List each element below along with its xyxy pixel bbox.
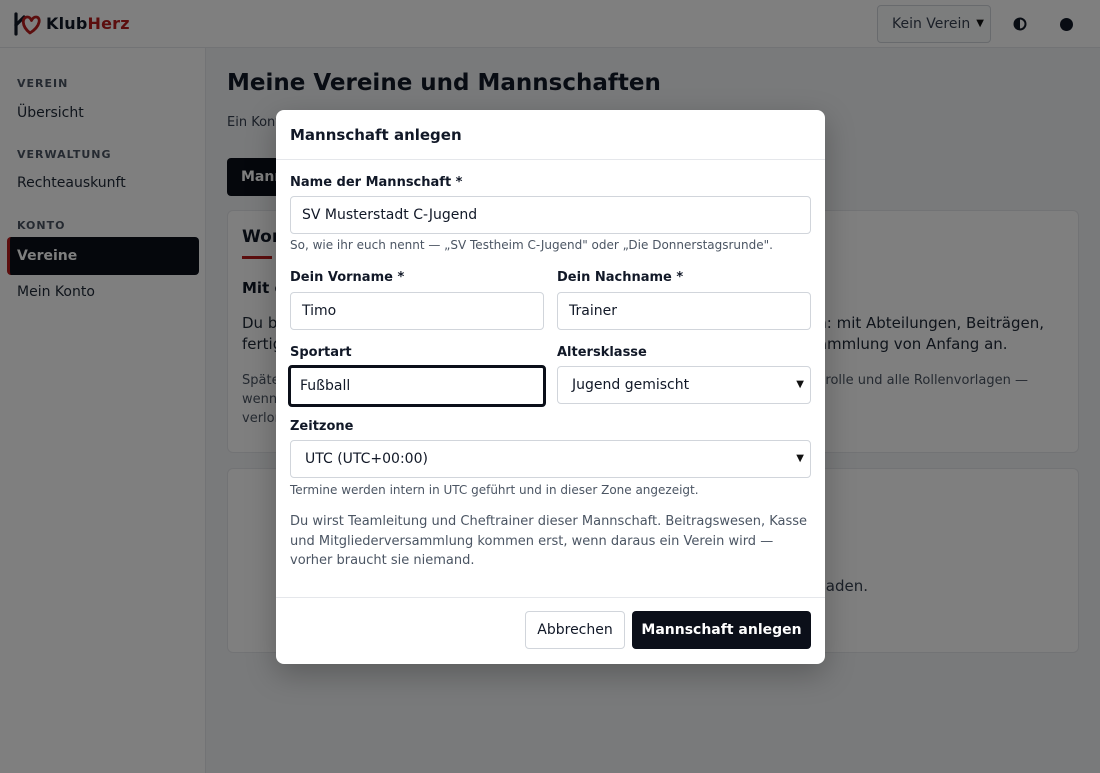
dialog-footer-divider — [276, 597, 825, 598]
chevron-down-icon: ▼ — [796, 379, 804, 390]
role-info-text: Du wirst Teamleitung und Cheftrainer die… — [290, 514, 808, 568]
timezone-label: Zeitzone — [290, 419, 354, 434]
last-name-input[interactable]: Trainer — [557, 292, 811, 330]
first-name-label: Dein Vorname * — [290, 270, 405, 285]
last-name-label: Dein Nachname * — [557, 270, 684, 285]
timezone-help: Termine werden intern in UTC geführt und… — [290, 483, 699, 497]
create-team-dialog: Mannschaft anlegen Name der Mannschaft *… — [276, 110, 825, 664]
timezone-select[interactable]: UTC (UTC+00:00) ▼ — [290, 440, 811, 478]
timezone-value: UTC (UTC+00:00) — [305, 451, 428, 467]
first-name-value: Timo — [302, 303, 337, 319]
sport-label: Sportart — [290, 345, 352, 360]
team-name-value: SV Musterstadt C-Jugend — [302, 207, 478, 223]
first-name-input[interactable]: Timo — [290, 292, 544, 330]
age-class-select[interactable]: Jugend gemischt ▼ — [557, 366, 811, 404]
team-name-label: Name der Mannschaft * — [290, 175, 463, 190]
team-name-help: So, wie ihr euch nennt — „SV Testheim C-… — [290, 238, 773, 252]
create-team-button[interactable]: Mannschaft anlegen — [632, 611, 811, 649]
chevron-down-icon: ▼ — [796, 453, 804, 464]
sport-input[interactable]: Fußball — [288, 365, 546, 407]
age-class-value: Jugend gemischt — [572, 377, 690, 393]
team-name-input[interactable]: SV Musterstadt C-Jugend — [290, 196, 811, 234]
age-class-label: Altersklasse — [557, 345, 647, 360]
cancel-button[interactable]: Abbrechen — [525, 611, 625, 649]
last-name-value: Trainer — [569, 303, 617, 319]
dialog-title: Mannschaft anlegen — [276, 110, 825, 160]
sport-value: Fußball — [300, 378, 351, 394]
